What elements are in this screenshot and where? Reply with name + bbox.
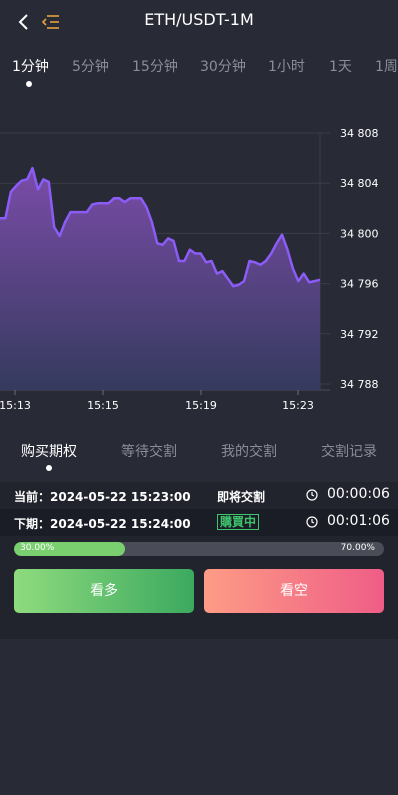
tab-delivery-records[interactable]: 交割记录 (321, 441, 377, 461)
page-title: ETH/USDT-1M (144, 10, 254, 29)
status-badge: 購買中 (217, 514, 260, 530)
y-axis: 34 808 34 804 34 800 34 796 34 792 34 788 (340, 127, 379, 391)
short-ratio-label: 70.00% (340, 543, 375, 553)
x-tick-label: 15:23 (282, 399, 314, 412)
y-tick-label: 34 796 (340, 278, 379, 291)
order-tabs: 购买期权 等待交割 我的交割 交割记录 (0, 436, 398, 476)
current-countdown: 00:00:06 (327, 486, 390, 502)
price-chart[interactable]: 34 808 34 804 34 800 34 796 34 792 34 788 15:… (0, 110, 398, 420)
y-tick-label: 34 788 (340, 378, 379, 391)
current-period-label: 当前：2024-05-22 15:23:00 (14, 490, 191, 504)
timeframe-tabs: 1分钟 5分钟 15分钟 30分钟 1小时 1天 1周 (0, 54, 398, 94)
x-tick-label: 15:15 (87, 399, 119, 412)
long-ratio-label: 30.00% (20, 543, 55, 553)
next-period-label: 下期：2024-05-22 15:24:00 (14, 517, 191, 531)
next-period-row: 下期：2024-05-22 15:24:00 購買中 00:01:06 (0, 509, 398, 536)
x-tick-label: 15:19 (185, 399, 217, 412)
price-area (0, 168, 320, 390)
y-tick-label: 34 808 (340, 127, 379, 140)
tab-5min[interactable]: 5分钟 (72, 56, 109, 76)
clock-icon (306, 489, 318, 501)
tab-15min[interactable]: 15分钟 (132, 56, 178, 76)
trade-panel: 当前：2024-05-22 15:23:00 即将交割 00:00:06 下期：… (0, 482, 398, 639)
active-tab-indicator (46, 465, 52, 471)
y-tick-label: 34 792 (340, 328, 379, 341)
buy-long-button[interactable]: 看多 (14, 569, 194, 613)
tab-pending-delivery[interactable]: 等待交割 (121, 441, 177, 461)
current-status: 即将交割 (217, 490, 266, 504)
next-countdown: 00:01:06 (327, 513, 390, 529)
active-tab-indicator (26, 81, 32, 87)
y-tick-label: 34 804 (340, 177, 379, 190)
long-short-ratio-bar: 30.00% 70.00% (14, 542, 384, 556)
buy-short-button[interactable]: 看空 (204, 569, 384, 613)
tab-1day[interactable]: 1天 (329, 56, 352, 76)
x-axis: 15:13 15:15 15:19 15:23 (0, 390, 314, 412)
y-tick-label: 34 800 (340, 227, 379, 240)
x-tick-label: 15:13 (0, 399, 31, 412)
tab-1min[interactable]: 1分钟 (12, 56, 49, 76)
clock-icon (306, 516, 318, 528)
tab-1week[interactable]: 1周 (375, 56, 398, 76)
tab-30min[interactable]: 30分钟 (200, 56, 246, 76)
tab-1hour[interactable]: 1小时 (268, 56, 305, 76)
header: ETH/USDT-1M (0, 0, 398, 44)
current-period-row: 当前：2024-05-22 15:23:00 即将交割 00:00:06 (0, 482, 398, 509)
tab-my-delivery[interactable]: 我的交割 (221, 441, 277, 461)
tab-buy-options[interactable]: 购买期权 (21, 441, 77, 461)
